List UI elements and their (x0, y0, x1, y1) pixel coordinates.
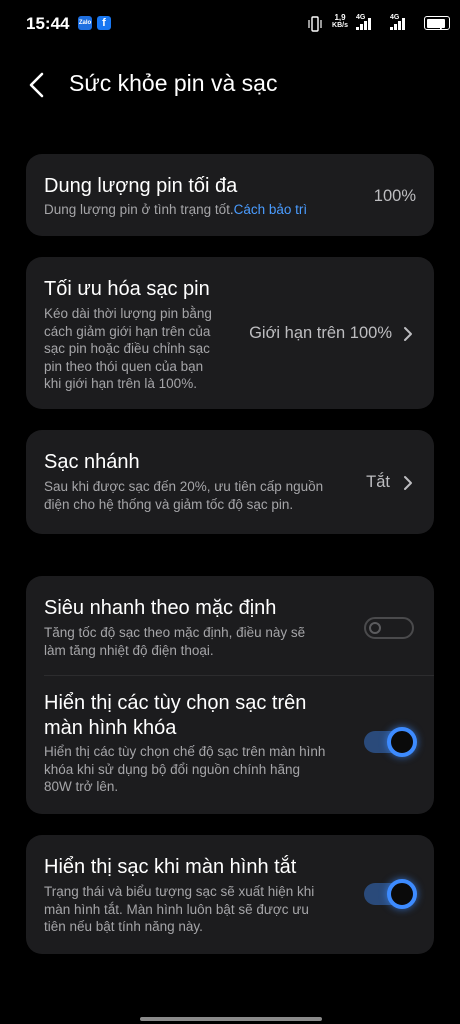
desc-line: Sau khi được sạc đến 20%, ưu tiên cấp ng… (44, 479, 324, 494)
desc-line: sạc pin hoặc điều chỉnh sạc (44, 341, 210, 356)
network-speed: 1,9 KB/s (329, 14, 351, 30)
super-fast-toggle[interactable] (364, 613, 416, 643)
max-capacity-desc-text: Dung lượng pin ở tình trạng tốt. (44, 202, 234, 217)
screen-off-charge-card[interactable]: Hiển thị sạc khi màn hình tắt Trạng thái… (26, 835, 434, 954)
network-speed-unit: KB/s (332, 22, 348, 29)
desc-line: Tăng tốc độ sạc theo mặc định, điều này … (44, 625, 306, 640)
maintenance-link[interactable]: Cách bảo trì (234, 202, 308, 217)
zalo-icon: Zalo (78, 16, 92, 30)
fast-charge-desc: Sau khi được sạc đến 20%, ưu tiên cấp ng… (44, 478, 323, 513)
optimize-charging-desc: Kéo dài thời lượng pin bằng cách giảm gi… (44, 305, 212, 393)
max-capacity-value: 100% (373, 187, 416, 205)
screen-off-charge-toggle[interactable] (364, 879, 417, 909)
desc-line: điện cho hệ thống và giảm tốc độ sạc pin… (44, 496, 294, 512)
lockscreen-options-row[interactable]: Hiển thị các tùy chọn sạc trên màn hình … (26, 675, 434, 814)
lockscreen-options-toggle[interactable] (364, 727, 417, 757)
optimize-charging-card[interactable]: Tối ưu hóa sạc pin Kéo dài thời lượng pi… (26, 257, 434, 409)
page-title: Sức khỏe pin và sạc (69, 70, 278, 96)
signal-icon-2 (390, 18, 405, 30)
page-header: Sức khỏe pin và sạc (0, 60, 460, 110)
back-button[interactable] (22, 68, 54, 102)
super-fast-desc: Tăng tốc độ sạc theo mặc định, điều này … (44, 624, 305, 659)
fast-charge-row[interactable]: Sạc nhánh Sau khi được sạc đến 20%, ưu t… (26, 430, 434, 534)
home-indicator[interactable] (140, 1017, 322, 1021)
chevron-right-icon (404, 476, 412, 490)
fast-charge-title: Sạc nhánh (44, 451, 140, 473)
optimize-charging-row[interactable]: Tối ưu hóa sạc pin Kéo dài thời lượng pi… (26, 257, 434, 409)
desc-line: cách giảm giới hạn trên của (44, 323, 211, 339)
desc-line: khóa khi sử dụng bộ đổi nguồn chính hãng (44, 761, 300, 777)
screen-off-charge-title: Hiển thị sạc khi màn hình tắt (44, 856, 297, 878)
status-bar: 15:44 Zalo f 1,9 KB/s 4G 4G (0, 0, 460, 48)
desc-line: tiên nếu bật tính năng này. (44, 919, 203, 934)
desc-line: Trạng thái và biểu tượng sạc sẽ xuất hiệ… (44, 884, 315, 899)
desc-line: màn hình tắt. Màn hình luôn bật sẽ được … (44, 901, 309, 917)
charging-options-card: Siêu nhanh theo mặc định Tăng tốc độ sạc… (26, 576, 434, 814)
title-line: màn hình khóa (44, 717, 177, 739)
signal-icon-1 (356, 18, 371, 30)
battery-icon (424, 16, 450, 30)
fast-charge-value: Tắt (366, 473, 390, 491)
optimize-charging-value: Giới hạn trên 100% (249, 324, 392, 342)
max-capacity-row[interactable]: Dung lượng pin tối đa Dung lượng pin ở t… (26, 154, 434, 236)
desc-line: 80W trở lên. (44, 779, 119, 794)
max-capacity-title: Dung lượng pin tối đa (44, 175, 238, 197)
chevron-left-icon (29, 72, 44, 98)
vibrate-icon (308, 16, 322, 32)
max-capacity-desc: Dung lượng pin ở tình trạng tốt.Cách bảo… (44, 201, 307, 219)
super-fast-title: Siêu nhanh theo mặc định (44, 597, 277, 619)
facebook-icon: f (97, 16, 111, 30)
lockscreen-options-desc: Hiển thị các tùy chọn chế độ sạc trên mà… (44, 743, 325, 796)
super-fast-row[interactable]: Siêu nhanh theo mặc định Tăng tốc độ sạc… (26, 576, 434, 675)
title-line: Hiển thị các tùy chọn sạc trên (44, 692, 307, 714)
desc-line: làm tăng nhiệt độ điện thoại. (44, 642, 214, 658)
optimize-charging-title: Tối ưu hóa sạc pin (44, 278, 210, 300)
lockscreen-options-title: Hiển thị các tùy chọn sạc trên màn hình … (44, 691, 306, 741)
max-capacity-card[interactable]: Dung lượng pin tối đa Dung lượng pin ở t… (26, 154, 434, 236)
status-time: 15:44 (26, 14, 70, 33)
desc-line: khi giới hạn trên là 100%. (44, 376, 197, 391)
network-speed-value: 1,9 (334, 13, 346, 22)
desc-line: Kéo dài thời lượng pin bằng (44, 306, 212, 321)
fast-charge-card[interactable]: Sạc nhánh Sau khi được sạc đến 20%, ưu t… (26, 430, 434, 534)
screen-off-charge-desc: Trạng thái và biểu tượng sạc sẽ xuất hiệ… (44, 883, 314, 936)
desc-line: Hiển thị các tùy chọn chế độ sạc trên mà… (44, 744, 326, 759)
chevron-right-icon (404, 327, 412, 341)
desc-line: pin theo thói quen của bạn (44, 358, 204, 374)
screen-off-charge-row[interactable]: Hiển thị sạc khi màn hình tắt Trạng thái… (26, 835, 434, 954)
